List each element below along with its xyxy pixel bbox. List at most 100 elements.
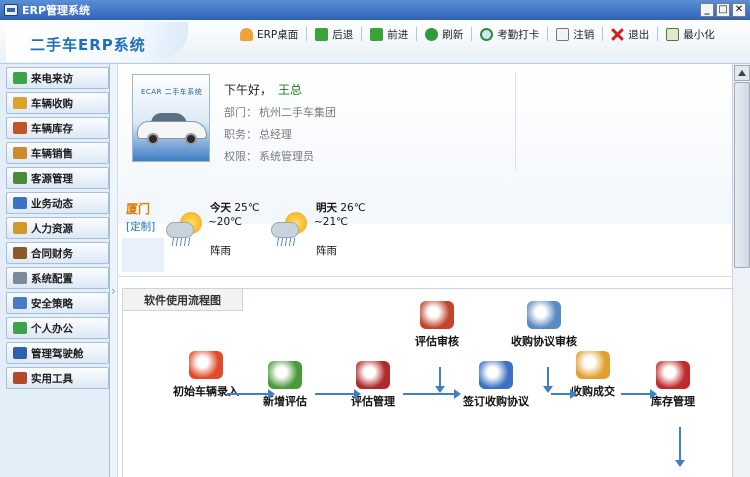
app-header: 二手车ERP系统 ERP桌面 后退 前进 刷新 考勤打卡 注销 退出 最小化 <box>0 20 750 64</box>
wheel-icon <box>185 133 197 145</box>
sidebar-item-label: 个人办公 <box>31 322 73 335</box>
flow-node-1[interactable]: 新增评估 <box>263 361 307 409</box>
sidebar-item-11[interactable]: 管理驾驶舱 <box>6 342 109 364</box>
scroll-thumb[interactable] <box>734 82 750 268</box>
app-icon <box>4 4 18 16</box>
sidebar-item-3[interactable]: 车辆销售 <box>6 142 109 164</box>
sidebar-item-icon <box>13 147 27 159</box>
position-label: 职务： <box>224 128 257 141</box>
flow-node-0[interactable]: 初始车辆录入 <box>173 351 239 399</box>
toolbar-button-7[interactable]: 最小化 <box>666 26 715 42</box>
sidebar-item-2[interactable]: 车辆库存 <box>6 117 109 139</box>
flow-node-4[interactable]: 签订收购协议 <box>463 361 529 409</box>
weather-today-high: 今天 25℃ <box>210 202 260 214</box>
sidebar-item-icon <box>13 347 27 359</box>
red-book-icon <box>356 361 390 389</box>
weather-city: 厦门 <box>126 202 151 216</box>
sidebar-item-9[interactable]: 安全策略 <box>6 292 109 314</box>
box-icon <box>420 301 454 329</box>
role-label: 权限： <box>224 150 257 163</box>
flow-node-label: 库存管理 <box>651 395 695 408</box>
cars-icon <box>656 361 690 389</box>
sidebar-item-label: 业务动态 <box>31 197 73 210</box>
sidebar-item-12[interactable]: 实用工具 <box>6 367 109 389</box>
toolbar-button-label: 刷新 <box>442 28 464 41</box>
red-car-icon <box>189 351 223 379</box>
weather-customize-link[interactable]: [定制] <box>126 219 155 234</box>
sidebar-item-label: 车辆销售 <box>31 147 73 160</box>
sidebar-splitter[interactable]: › <box>110 64 118 477</box>
sidebar-item-label: 系统配置 <box>31 272 73 285</box>
exit-icon <box>611 28 624 41</box>
toolbar-button-label: 前进 <box>387 28 409 41</box>
department-line: 部门： 杭州二手车集团 <box>224 104 336 120</box>
profile-divider <box>515 72 516 170</box>
toolbar-button-3[interactable]: 刷新 <box>425 26 463 42</box>
home-icon <box>240 27 253 41</box>
wheel-icon <box>147 133 159 145</box>
cars-gift-icon <box>576 351 610 379</box>
flow-node-2[interactable]: 评估管理 <box>351 361 395 409</box>
app-logo: 二手车ERP系统 <box>6 22 188 62</box>
sidebar-item-icon <box>13 97 27 109</box>
workflow-panel: 软件使用流程图 初始车辆录入 新增评估 评估管理 评估审核 签订收购协议 收购协议审核 收购… <box>122 288 732 477</box>
sidebar-item-10[interactable]: 个人办公 <box>6 317 109 339</box>
weather-tomorrow-condition: 阵雨 <box>316 245 337 257</box>
sidebar-item-icon <box>13 297 27 309</box>
toolbar-button-1[interactable]: 后退 <box>315 26 353 42</box>
flow-arrow <box>675 427 685 467</box>
forward-icon <box>370 27 384 41</box>
card-text: ECAR 二手车系统 <box>141 88 203 96</box>
toolbar-button-label: ERP桌面 <box>257 28 299 41</box>
position-value: 总经理 <box>259 128 292 141</box>
toolbar-button-6[interactable]: 退出 <box>611 26 649 42</box>
grid-icon <box>479 361 513 389</box>
sidebar-item-5[interactable]: 业务动态 <box>6 192 109 214</box>
toolbar-separator <box>657 27 659 41</box>
toolbar-button-5[interactable]: 注销 <box>556 26 594 42</box>
flow-node-3[interactable]: 评估审核 <box>415 301 459 349</box>
scroll-up-button[interactable] <box>734 65 750 81</box>
toolbar-button-2[interactable]: 前进 <box>370 26 408 42</box>
role-line: 权限： 系统管理员 <box>224 148 314 164</box>
sidebar-item-icon <box>13 197 27 209</box>
toolbar-separator <box>471 27 473 41</box>
sidebar-item-icon <box>13 322 27 334</box>
sidebar-item-icon <box>13 247 27 259</box>
sidebar-item-4[interactable]: 客源管理 <box>6 167 109 189</box>
flow-node-7[interactable]: 库存管理 <box>651 361 695 409</box>
toolbar: ERP桌面 后退 前进 刷新 考勤打卡 注销 退出 最小化 <box>240 26 727 42</box>
window-minimize-button[interactable]: _ <box>700 3 714 17</box>
rain-shower-icon <box>271 212 307 246</box>
sidebar-item-8[interactable]: 系统配置 <box>6 267 109 289</box>
sidebar-item-0[interactable]: 来电来访 <box>6 67 109 89</box>
toolbar-button-0[interactable]: ERP桌面 <box>240 26 298 42</box>
company-card-image: ECAR 二手车系统 <box>132 74 210 162</box>
sidebar-item-label: 客源管理 <box>31 172 73 185</box>
window-maximize-button[interactable]: □ <box>716 3 730 17</box>
collapse-chevron-icon[interactable]: › <box>111 284 116 298</box>
vertical-scrollbar[interactable] <box>732 64 750 477</box>
flow-node-5[interactable]: 收购协议审核 <box>511 301 577 349</box>
sidebar-item-icon <box>13 222 27 234</box>
flow-node-label: 初始车辆录入 <box>173 385 239 398</box>
flow-node-6[interactable]: 收购成交 <box>571 351 615 399</box>
toolbar-button-4[interactable]: 考勤打卡 <box>480 26 539 42</box>
sidebar-item-label: 合同财务 <box>31 247 73 260</box>
greeting-text: 下午好， <box>224 83 273 97</box>
refresh-icon <box>425 27 439 41</box>
sidebar-item-label: 安全策略 <box>31 297 73 310</box>
flow-arrow <box>621 389 657 399</box>
flow-arrow <box>543 367 553 393</box>
sidebar-item-1[interactable]: 车辆收购 <box>6 92 109 114</box>
sidebar-item-6[interactable]: 人力资源 <box>6 217 109 239</box>
toolbar-button-label: 最小化 <box>683 28 715 41</box>
clock-icon <box>480 27 494 41</box>
weather-box <box>122 238 164 272</box>
sidebar-item-7[interactable]: 合同财务 <box>6 242 109 264</box>
sidebar-item-label: 来电来访 <box>31 72 73 85</box>
department-value: 杭州二手车集团 <box>259 106 336 119</box>
sidebar-item-icon <box>13 122 27 134</box>
tab-workflow[interactable]: 软件使用流程图 <box>123 289 243 311</box>
window-close-button[interactable]: ✕ <box>732 3 746 17</box>
